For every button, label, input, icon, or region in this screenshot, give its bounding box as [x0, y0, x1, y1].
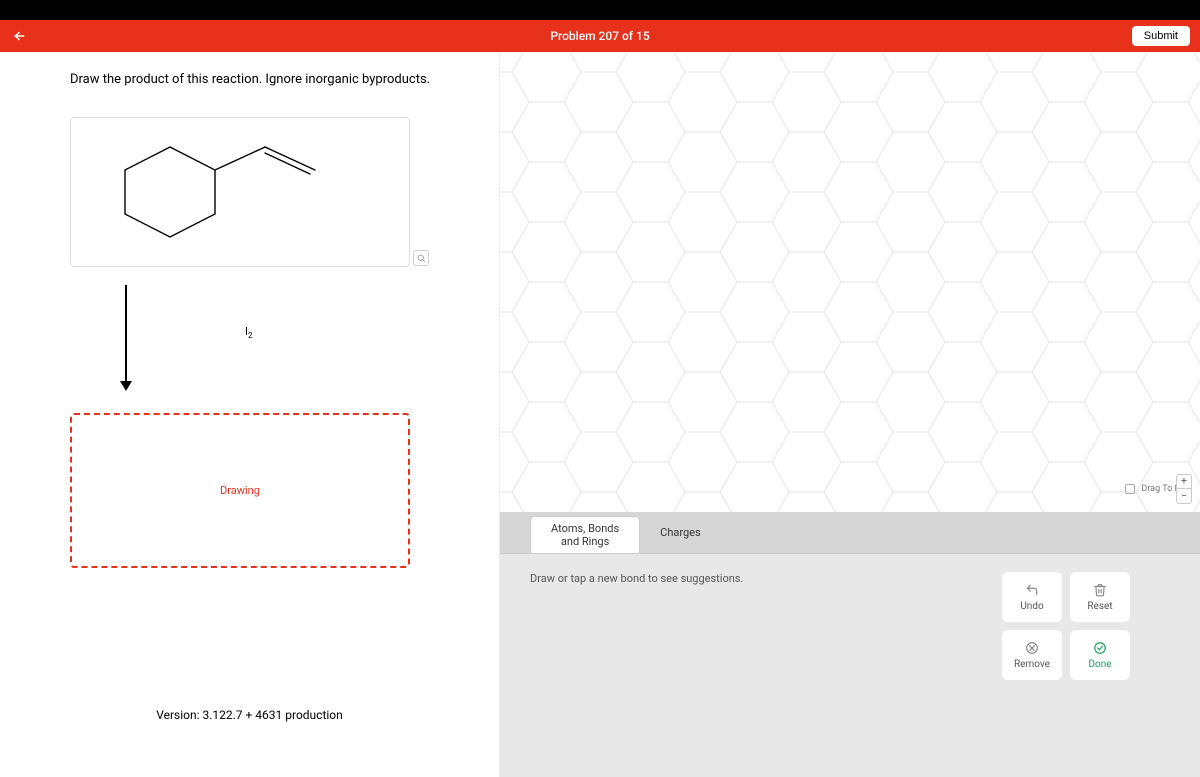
- tool-area: Draw or tap a new bond to see suggestion…: [500, 554, 1200, 777]
- remove-button[interactable]: Remove: [1002, 630, 1062, 680]
- tab-charges[interactable]: Charges: [640, 512, 721, 553]
- hexgrid-background: [500, 52, 1200, 512]
- problem-title: Problem 207 of 15: [550, 29, 649, 43]
- undo-icon: [1024, 582, 1040, 598]
- drawing-canvas[interactable]: Drag To Pan + −: [500, 52, 1200, 512]
- drawing-target-box[interactable]: Drawing: [70, 413, 410, 568]
- zoom-out-button[interactable]: −: [1177, 489, 1191, 503]
- app-header: Problem 207 of 15 Submit: [0, 20, 1200, 52]
- reactant-structure-box: [70, 117, 410, 267]
- tool-tabs: Atoms, Bonds and Rings Charges: [500, 512, 1200, 554]
- black-topbar: [0, 0, 1200, 20]
- reaction-arrow: I2: [105, 285, 459, 395]
- submit-button[interactable]: Submit: [1132, 26, 1190, 46]
- tab-atoms-bonds-rings[interactable]: Atoms, Bonds and Rings: [530, 516, 640, 553]
- zoom-icon[interactable]: [413, 250, 429, 266]
- left-panel: Draw the product of this reaction. Ignor…: [0, 52, 500, 777]
- problem-prompt: Draw the product of this reaction. Ignor…: [70, 72, 459, 87]
- reactant-molecule: [110, 132, 370, 252]
- zoom-in-button[interactable]: +: [1177, 475, 1191, 489]
- reagent-label: I2: [245, 325, 253, 340]
- action-buttons: Undo Reset Remove: [1002, 572, 1130, 680]
- back-icon[interactable]: [12, 29, 26, 43]
- right-panel: Drag To Pan + − Atoms, Bonds and Rings C…: [500, 52, 1200, 777]
- drawing-label: Drawing: [220, 484, 260, 497]
- trash-icon: [1092, 582, 1108, 598]
- drag-to-pan-checkbox[interactable]: [1125, 484, 1135, 494]
- remove-icon: [1024, 640, 1040, 656]
- zoom-control: + −: [1176, 474, 1192, 504]
- version-label: Version: 3.122.7 + 4631 production: [0, 708, 499, 722]
- done-button[interactable]: Done: [1070, 630, 1130, 680]
- undo-button[interactable]: Undo: [1002, 572, 1062, 622]
- check-icon: [1092, 640, 1108, 656]
- reset-button[interactable]: Reset: [1070, 572, 1130, 622]
